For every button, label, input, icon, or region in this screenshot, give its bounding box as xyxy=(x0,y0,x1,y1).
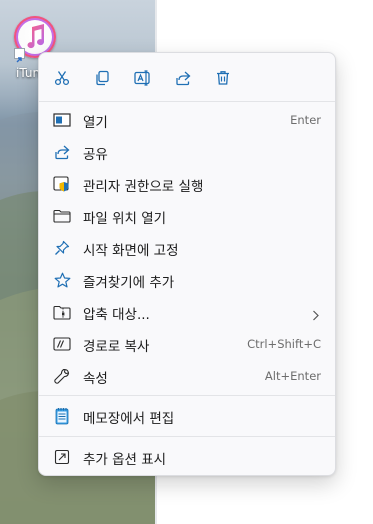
menu-item-copy-as-path[interactable]: 경로로 복사 Ctrl+Shift+C xyxy=(43,329,331,359)
trash-icon xyxy=(217,71,229,85)
share-icon xyxy=(53,143,71,161)
menu-item-compress-to[interactable]: 압축 대상... xyxy=(43,297,331,327)
menu-item-add-to-favorites[interactable]: 즐겨찾기에 추가 xyxy=(43,265,331,295)
copy-path-icon xyxy=(53,335,71,353)
toolbar-divider xyxy=(39,101,335,102)
folder-icon xyxy=(53,207,71,225)
wrench-icon xyxy=(53,367,71,385)
more-options-icon xyxy=(53,448,71,466)
pin-icon xyxy=(53,239,71,257)
context-menu: 열기 Enter 공유 관리자 권한으로 실행 파일 위치 열기 시작 화면에 … xyxy=(38,52,336,476)
share-toolbar-button[interactable] xyxy=(170,65,196,91)
menu-item-run-as-admin[interactable]: 관리자 권한으로 실행 xyxy=(43,169,331,199)
menu-divider xyxy=(39,436,335,437)
menu-item-share[interactable]: 공유 xyxy=(43,137,331,167)
menu-item-show-more-options[interactable]: 추가 옵션 표시 xyxy=(43,442,331,472)
menu-divider xyxy=(39,395,335,396)
star-icon xyxy=(53,271,71,289)
cut-button[interactable] xyxy=(49,65,75,91)
notepad-icon xyxy=(53,407,71,425)
menu-item-open-file-location[interactable]: 파일 위치 열기 xyxy=(43,201,331,231)
menu-item-pin-to-start[interactable]: 시작 화면에 고정 xyxy=(43,233,331,263)
menu-item-open[interactable]: 열기 Enter xyxy=(43,105,331,135)
scissors-icon xyxy=(54,71,70,86)
shortcut-arrow-icon xyxy=(14,48,25,63)
menu-item-properties[interactable]: 속성 Alt+Enter xyxy=(43,361,331,391)
rename-icon xyxy=(134,70,150,86)
menu-item-edit-in-notepad[interactable]: 메모장에서 편집 xyxy=(43,401,331,431)
copy-button[interactable] xyxy=(89,65,115,91)
rename-button[interactable] xyxy=(130,65,156,91)
copy-icon xyxy=(96,70,109,86)
delete-button[interactable] xyxy=(210,65,236,91)
context-menu-toolbar xyxy=(39,53,335,101)
chevron-right-icon xyxy=(312,306,319,325)
shield-icon xyxy=(53,175,71,193)
open-app-icon xyxy=(53,111,71,129)
share-icon xyxy=(176,71,191,86)
zip-folder-icon xyxy=(53,303,71,321)
